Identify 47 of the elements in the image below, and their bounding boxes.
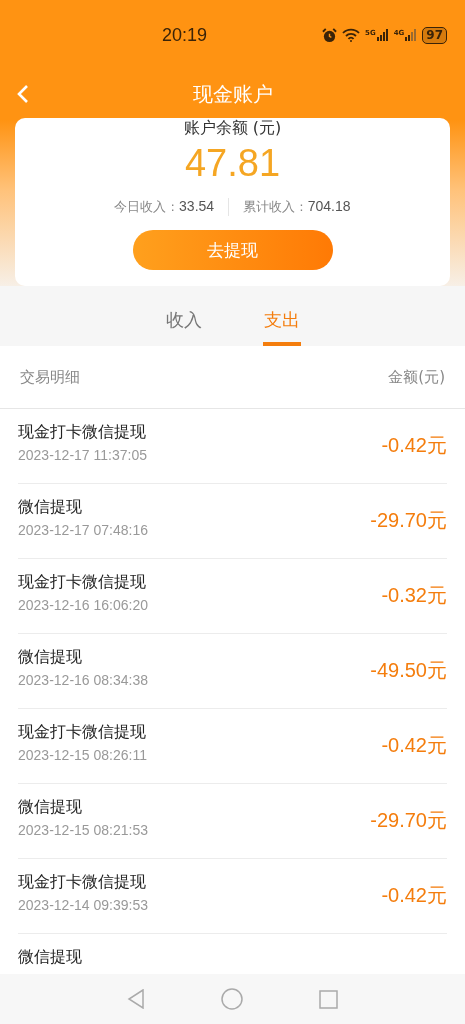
transaction-title: 现金打卡微信提现 <box>18 572 147 593</box>
transaction-time: 2023-12-15 08:21:53 <box>18 822 148 838</box>
home-nav-icon[interactable] <box>221 988 243 1010</box>
transaction-row[interactable]: 现金打卡微信提现 2023-12-16 16:06:20 -0.32元 <box>18 559 447 634</box>
transaction-amount: -0.42元 <box>381 433 447 458</box>
transaction-row[interactable]: 微信提现 2023-12-17 07:48:16 -29.70元 <box>18 484 447 559</box>
transaction-row[interactable]: 现金打卡微信提现 2023-12-17 11:37:05 -0.42元 <box>18 409 447 484</box>
transaction-row[interactable]: 现金打卡微信提现 2023-12-14 09:39:53 -0.42元 <box>18 859 447 934</box>
status-time: 20:19 <box>162 24 208 46</box>
transaction-title: 微信提现 <box>18 497 83 518</box>
transaction-time: 2023-12-14 09:39:53 <box>18 897 148 913</box>
page-title: 现金账户 <box>192 80 273 108</box>
tab[interactable]: 收入 <box>164 286 203 346</box>
transaction-title: 现金打卡微信提现 <box>18 872 147 893</box>
transaction-title: 现金打卡微信提现 <box>18 422 147 443</box>
transaction-time: 2023-12-16 16:06:20 <box>18 597 148 613</box>
transaction-time: 2023-12-16 08:34:38 <box>18 672 148 688</box>
transaction-row[interactable]: 微信提现 2023-12-16 08:34:38 -49.50元 <box>18 634 447 709</box>
transaction-amount: -49.50元 <box>370 658 447 683</box>
transaction-amount: -29.70元 <box>370 808 447 833</box>
wifi-icon <box>342 28 361 42</box>
transaction-time: 2023-12-15 08:26:11 <box>18 747 147 763</box>
alarm-icon <box>322 27 338 43</box>
transaction-title: 微信提现 <box>18 947 82 968</box>
transaction-amount: -0.42元 <box>381 733 447 758</box>
transaction-row[interactable]: 现金打卡微信提现 2023-12-15 08:26:11 -0.42元 <box>18 709 447 784</box>
balance-amount: 47.81 <box>184 141 281 186</box>
recents-nav-icon[interactable] <box>319 989 338 1009</box>
transaction-time: 2023-12-17 11:37:05 <box>18 447 147 463</box>
signal-icon <box>376 29 389 41</box>
transaction-title: 现金打卡微信提现 <box>18 722 147 743</box>
today-income: 今日收入 : 33.54 <box>114 198 215 216</box>
transaction-title: 微信提现 <box>18 797 83 818</box>
transaction-title: 微信提现 <box>18 647 83 668</box>
battery-indicator: 97 <box>422 26 447 44</box>
signal-icon <box>405 29 418 41</box>
back-nav-icon[interactable] <box>127 989 145 1009</box>
balance-label: 账户余额 (元) <box>183 118 282 138</box>
column-heading: 交易明细 <box>20 367 80 387</box>
transaction-row[interactable]: 微信提现 2023-12-15 08:21:53 -29.70元 <box>18 784 447 859</box>
transaction-amount: -29.70元 <box>370 508 447 533</box>
column-heading: 金额(元) <box>388 367 445 387</box>
total-income: 累计收入 : 704.18 <box>243 198 351 216</box>
transaction-amount: -0.42元 <box>381 883 447 908</box>
transaction-time: 2023-12-17 07:48:16 <box>18 522 148 538</box>
transaction-amount: -0.32元 <box>381 583 447 608</box>
back-icon[interactable] <box>16 84 30 104</box>
